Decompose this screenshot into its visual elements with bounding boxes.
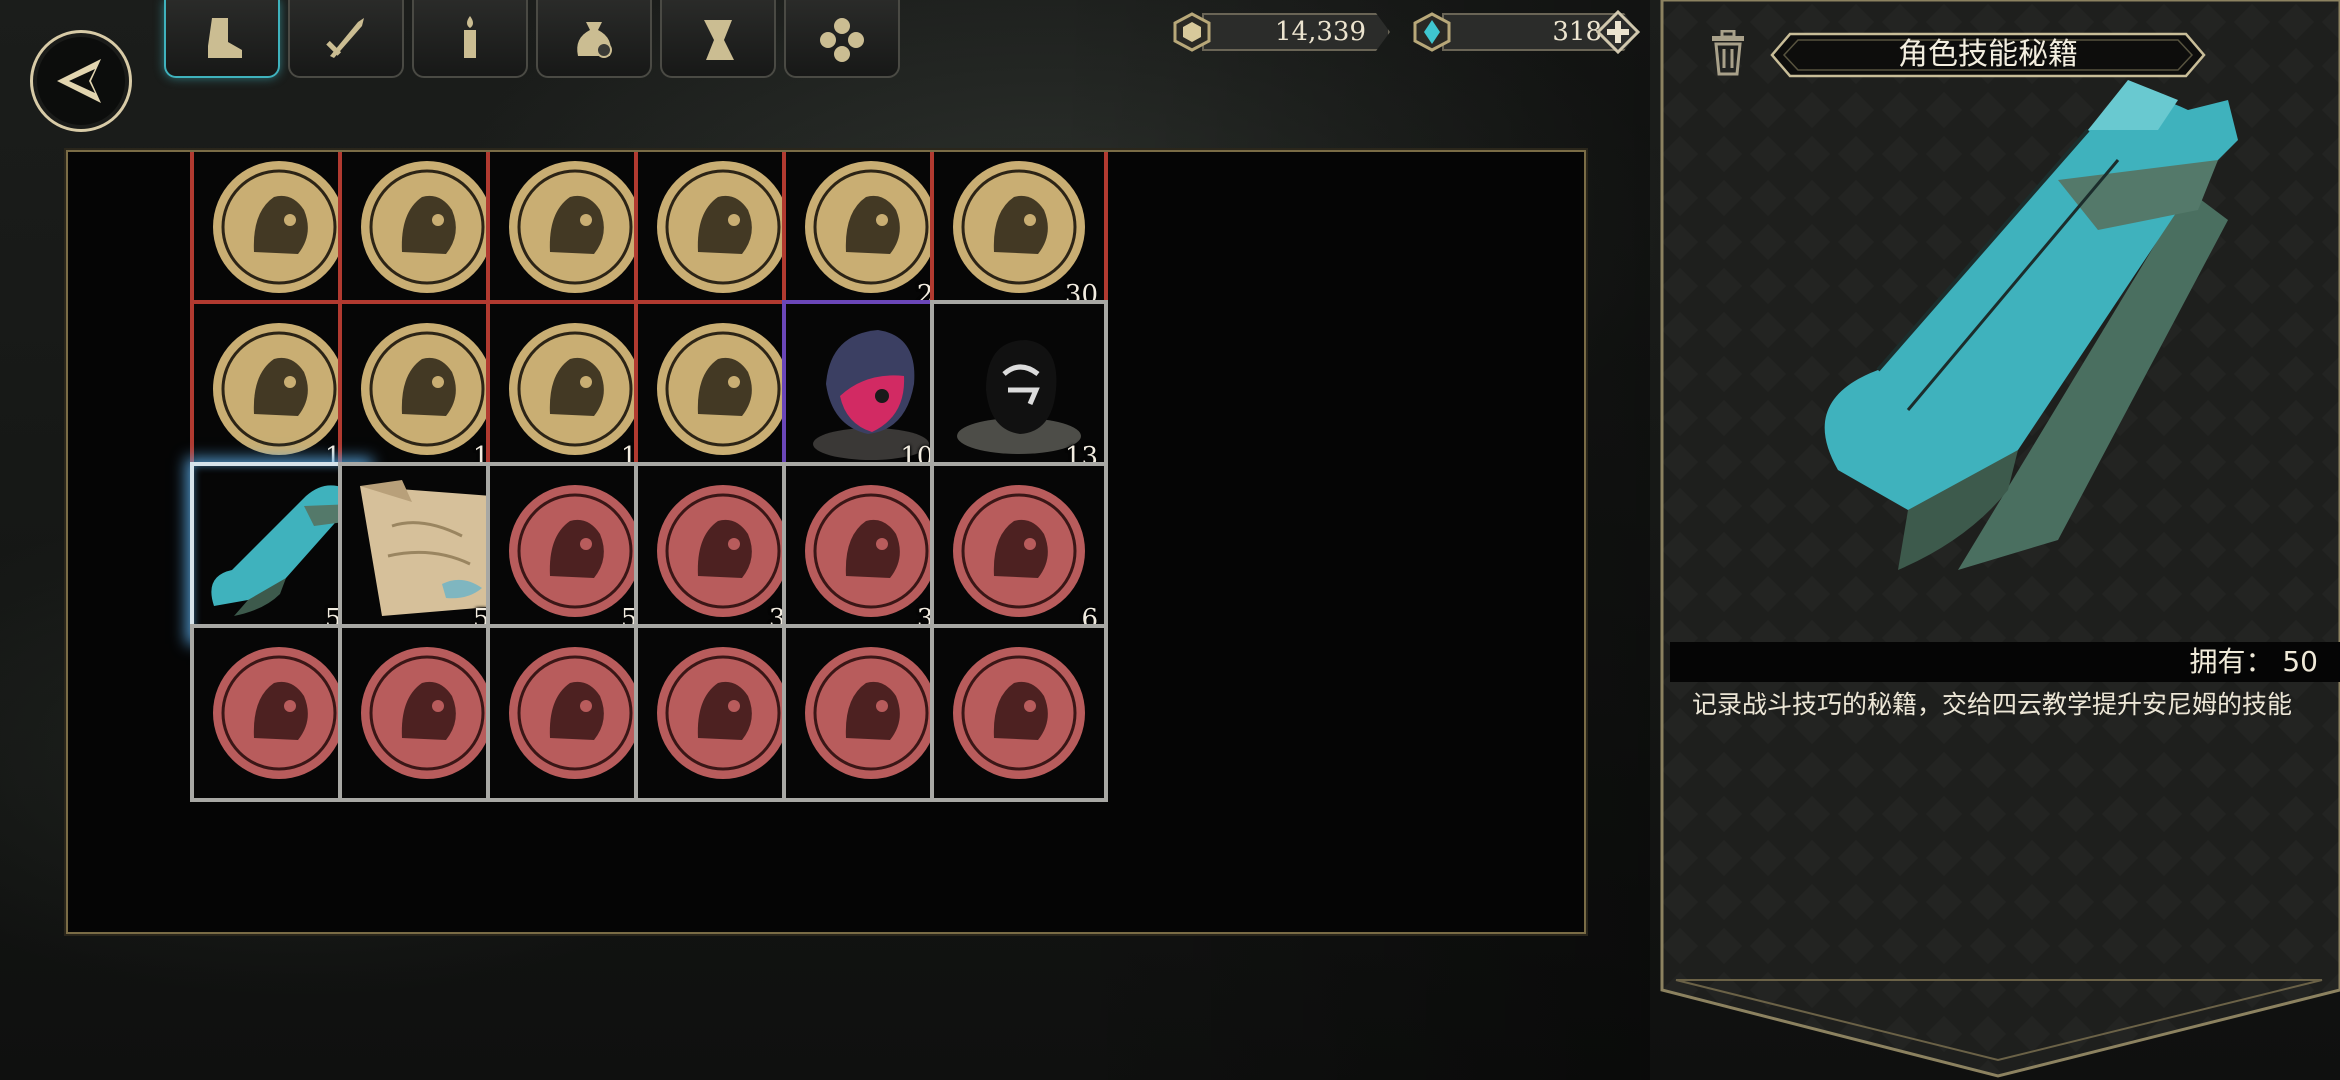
item-detail-panel: 角色技能秘籍 拥有： 50 记录战斗技巧的秘籍，交给四云教学提升安尼姆的技能 [1658, 0, 2340, 1080]
boot-icon [208, 18, 242, 58]
gem-currency: 318 [1413, 10, 1640, 54]
teal-scroll-large-icon [1824, 80, 2238, 570]
inventory-slot[interactable] [930, 624, 1108, 802]
back-arrow-icon [57, 59, 101, 103]
category-tab-money-bag[interactable] [536, 0, 652, 78]
inventory-slot[interactable]: 13 [930, 300, 1108, 478]
gold-coin-icon [1173, 12, 1211, 52]
money-bag-icon [577, 22, 612, 58]
scroll-bundle-icon [704, 20, 734, 60]
trash-icon[interactable] [1708, 30, 1748, 76]
owned-value: 50 [2282, 645, 2318, 678]
gold-currency: 14,339 [1173, 10, 1390, 54]
back-button[interactable] [30, 30, 132, 132]
item-description: 记录战斗技巧的秘籍，交给四云教学提升安尼姆的技能 [1692, 690, 2293, 719]
add-gem-button[interactable] [1596, 10, 1640, 54]
red-coin-icon [953, 485, 1085, 617]
red-coin-icon [953, 647, 1085, 779]
owned-count: 拥有： 50 [2189, 642, 2318, 682]
inventory-grid: 9516223014121351081350505333326 [66, 150, 1586, 934]
blue-gem-icon [1413, 12, 1451, 52]
owned-label: 拥有： [2189, 645, 2274, 678]
candle-icon [464, 16, 476, 58]
category-tab-boot[interactable] [164, 0, 280, 78]
clover-icon [820, 18, 864, 62]
category-tab-clover[interactable] [784, 0, 900, 78]
gold-amount: 14,339 [1202, 13, 1390, 51]
category-tab-candle[interactable] [412, 0, 528, 78]
category-tab-scroll-bundle[interactable] [660, 0, 776, 78]
owned-count-bar: 拥有： 50 [1670, 642, 2340, 682]
category-tab-sword[interactable] [288, 0, 404, 78]
sword-icon [326, 18, 364, 58]
inventory-slot[interactable]: 30 [930, 152, 1108, 316]
inventory-slot[interactable]: 6 [930, 462, 1108, 640]
